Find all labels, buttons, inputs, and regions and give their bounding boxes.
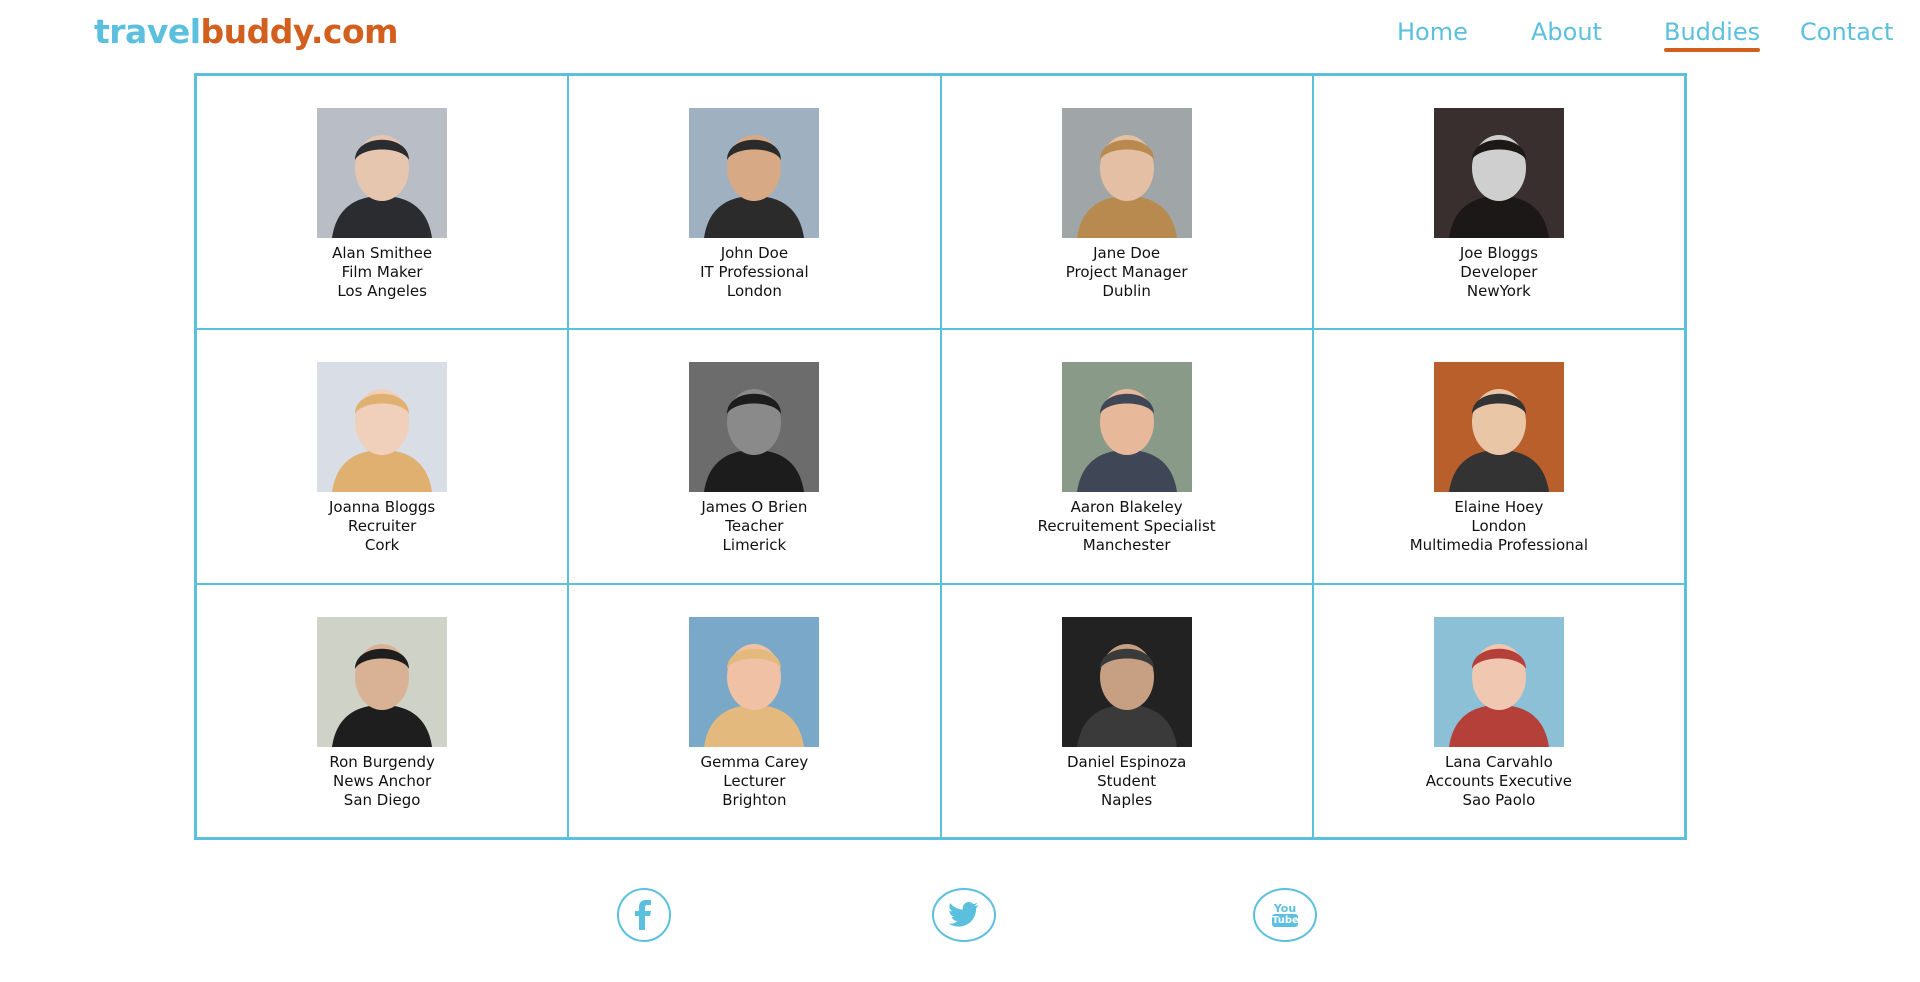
buddy-photo[interactable]: [1433, 616, 1564, 747]
buddy-name: Alan Smithee: [332, 244, 433, 262]
buddy-detail-2: San Diego: [343, 790, 421, 809]
buddy-detail-1: Developer: [1460, 263, 1538, 281]
youtube-icon: You Tube: [1272, 902, 1299, 927]
main-nav: Home About Buddies Contact: [0, 18, 1920, 58]
buddy-photo[interactable]: [1061, 108, 1192, 238]
buddy-card[interactable]: John Doe IT Professional London: [568, 75, 941, 330]
buddy-detail-2: Manchester: [1082, 536, 1171, 555]
facebook-button[interactable]: [617, 888, 671, 942]
buddy-detail-1: Teacher: [725, 517, 784, 536]
buddy-name: James O Brien: [701, 498, 808, 517]
buddy-detail-2: Cork: [364, 536, 400, 555]
buddy-photo[interactable]: [1433, 362, 1564, 493]
page: travelbuddy.com Home About Buddies Conta…: [0, 0, 1920, 982]
buddy-detail-2: Brighton: [722, 790, 787, 809]
buddy-name: Joanna Bloggs: [328, 498, 436, 517]
buddy-detail-1: News Anchor: [333, 771, 432, 790]
nav-home[interactable]: Home: [1397, 18, 1468, 46]
buddy-photo[interactable]: [317, 108, 448, 238]
buddy-photo[interactable]: [689, 616, 820, 747]
buddy-detail-1: Film Maker: [341, 263, 423, 281]
buddy-detail-1: Lecturer: [723, 771, 786, 790]
nav-contact[interactable]: Contact: [1800, 18, 1893, 46]
buddy-photo[interactable]: [689, 362, 820, 493]
buddy-photo[interactable]: [317, 616, 448, 747]
buddy-card[interactable]: Joanna Bloggs Recruiter Cork: [196, 329, 569, 584]
buddy-detail-1: Student: [1097, 771, 1157, 790]
buddy-name: Ron Burgendy: [329, 752, 435, 771]
buddy-card[interactable]: Daniel Espinoza Student Naples: [940, 583, 1313, 838]
buddy-detail-2: Naples: [1101, 790, 1153, 809]
twitter-icon: [949, 902, 978, 927]
buddy-name: Lana Carvahlo: [1444, 752, 1553, 771]
buddy-card[interactable]: Jane Doe Project Manager Dublin: [940, 75, 1313, 330]
buddy-detail-2: Dublin: [1102, 282, 1151, 300]
buddy-detail-2: Multimedia Professional: [1409, 536, 1589, 555]
buddies-grid: Alan Smithee Film Maker Los Angeles John Do…: [194, 73, 1687, 840]
buddy-photo[interactable]: [1433, 108, 1564, 238]
buddy-name: Elaine Hoey: [1454, 498, 1544, 517]
header: travelbuddy.com Home About Buddies Conta…: [0, 0, 1920, 70]
buddy-detail-2: Los Angeles: [337, 282, 427, 300]
youtube-label-you: You: [1273, 902, 1297, 915]
nav-buddies-label: Buddies: [1664, 18, 1761, 46]
buddy-card[interactable]: James O Brien Teacher Limerick: [568, 329, 941, 584]
buddy-detail-2: Sao Paolo: [1462, 790, 1536, 809]
buddy-name: Gemma Carey: [700, 752, 809, 771]
youtube-button[interactable]: You Tube: [1253, 888, 1317, 942]
buddy-photo[interactable]: [689, 108, 820, 238]
buddy-card[interactable]: Aaron Blakeley Recruitement Specialist Man…: [940, 329, 1313, 584]
buddy-detail-1: IT Professional: [700, 263, 809, 281]
buddy-detail-1: Project Manager: [1065, 263, 1188, 281]
buddy-card[interactable]: Lana Carvahlo Accounts Executive Sao Paolo: [1312, 583, 1685, 838]
buddy-photo[interactable]: [1061, 616, 1192, 747]
buddy-card[interactable]: Alan Smithee Film Maker Los Angeles: [196, 75, 569, 330]
facebook-icon: [635, 900, 651, 930]
buddy-name: Jane Doe: [1093, 244, 1161, 262]
nav-about[interactable]: About: [1531, 18, 1602, 46]
buddy-detail-1: Recruiter: [347, 517, 417, 536]
buddy-name: Aaron Blakeley: [1070, 498, 1183, 517]
buddy-card[interactable]: Elaine Hoey London Multimedia Professional: [1312, 329, 1685, 584]
buddy-photo[interactable]: [317, 362, 448, 493]
buddy-detail-2: London: [726, 282, 782, 300]
nav-active-underline: [1664, 48, 1761, 52]
youtube-label-tube: Tube: [1272, 914, 1299, 927]
buddy-card[interactable]: Joe Bloggs Developer NewYork: [1312, 75, 1685, 330]
buddy-name: Daniel Espinoza: [1066, 752, 1187, 771]
buddy-card[interactable]: Gemma Carey Lecturer Brighton: [568, 583, 941, 838]
buddy-detail-1: Accounts Executive: [1425, 771, 1572, 790]
buddy-detail-2: Limerick: [722, 536, 787, 555]
buddy-detail-1: London: [1471, 517, 1527, 536]
twitter-button[interactable]: [932, 888, 996, 942]
buddy-card[interactable]: Ron Burgendy News Anchor San Diego: [196, 583, 569, 838]
buddy-name: Joe Bloggs: [1459, 244, 1538, 262]
buddy-detail-2: NewYork: [1466, 282, 1531, 300]
buddy-detail-1: Recruitement Specialist: [1037, 517, 1216, 536]
buddy-photo[interactable]: [1061, 362, 1192, 493]
buddy-name: John Doe: [720, 244, 789, 262]
nav-buddies[interactable]: Buddies: [1664, 18, 1761, 52]
